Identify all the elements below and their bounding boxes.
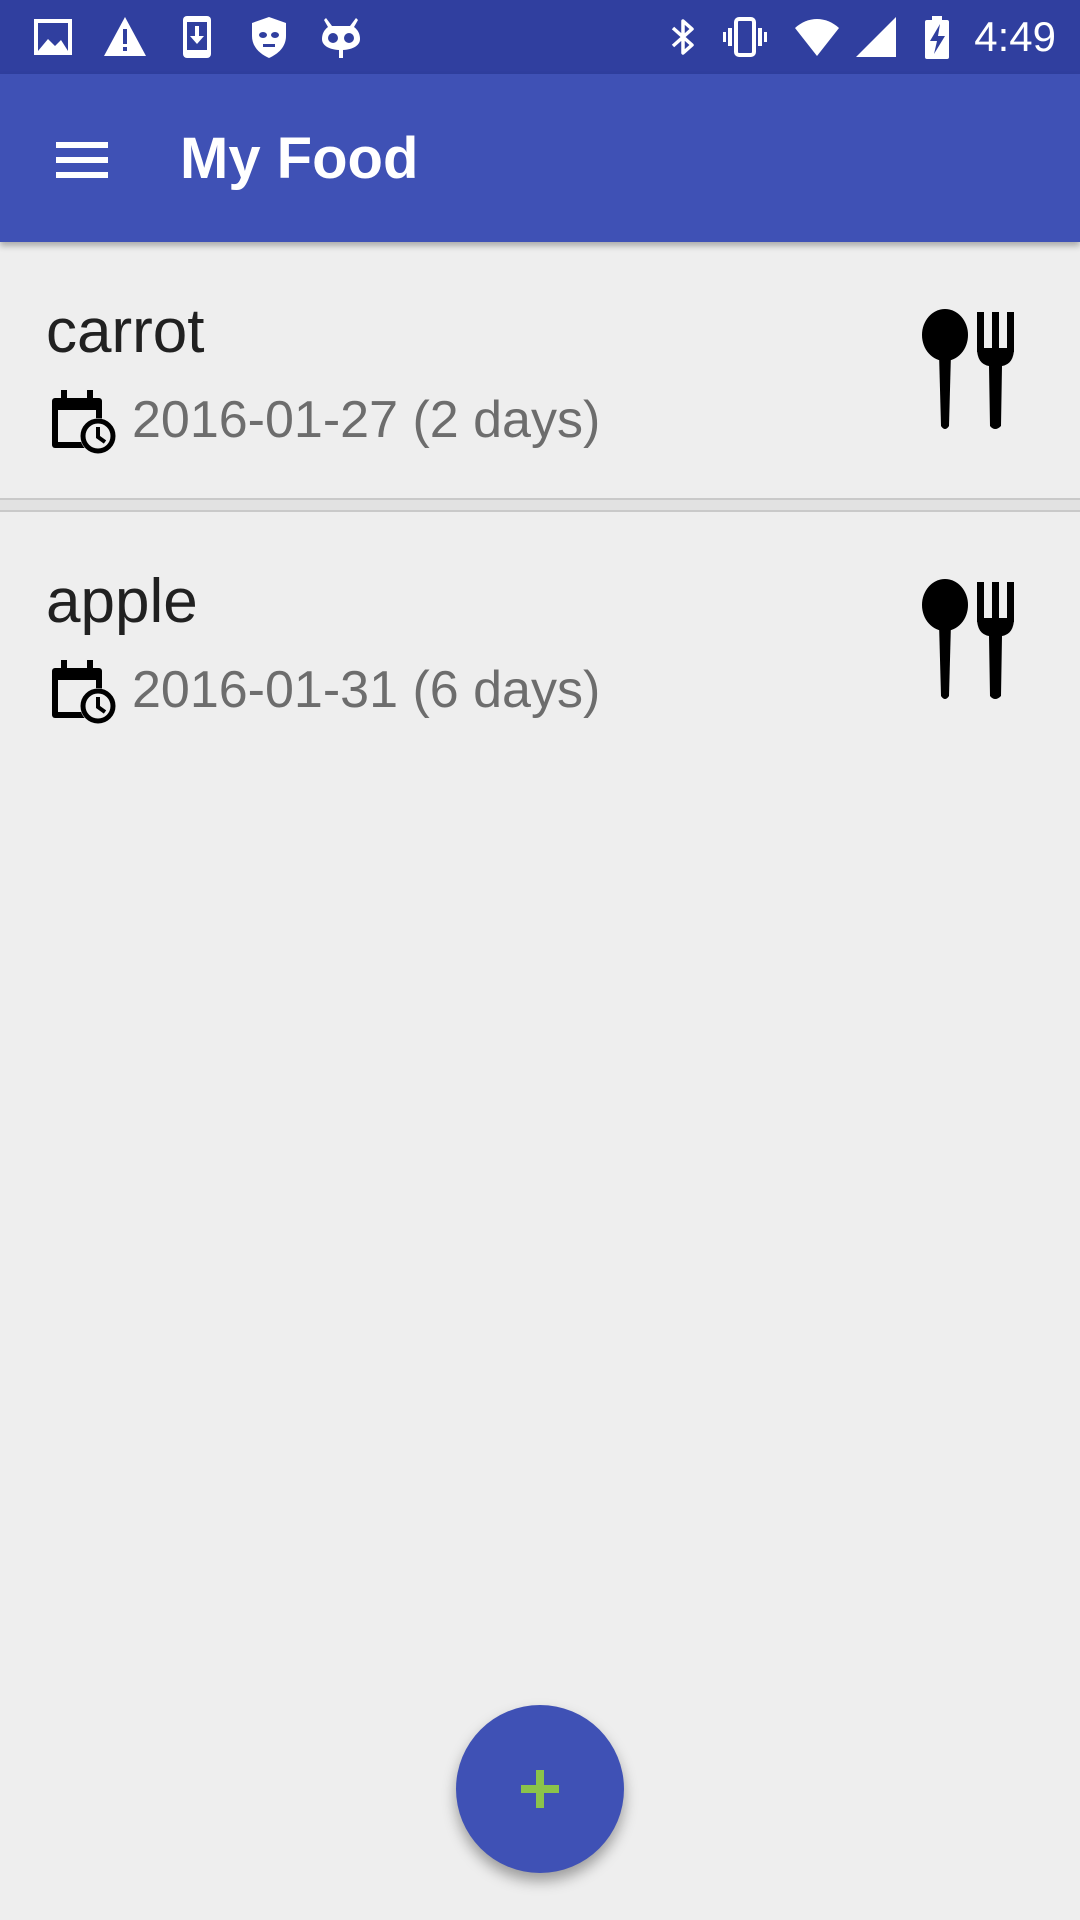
vibrate-icon (722, 14, 768, 60)
add-food-button[interactable] (456, 1705, 624, 1873)
shield-icon (246, 14, 292, 60)
warning-icon (102, 14, 148, 60)
menu-icon (56, 142, 108, 178)
signal-icon (852, 14, 898, 60)
download-icon (174, 14, 220, 60)
screen: 4:49 My Food carrot 2016-01-27 (2 days) … (0, 0, 1080, 1920)
food-list: carrot 2016-01-27 (2 days) apple 2016-01… (0, 242, 1080, 768)
food-expiry-date: 2016-01-31 (6 days) (132, 661, 601, 719)
list-item[interactable]: carrot 2016-01-27 (2 days) (0, 242, 1080, 498)
list-divider (0, 498, 1080, 512)
image-icon (30, 14, 76, 60)
wifi-icon (794, 14, 840, 60)
plus-icon (517, 1766, 563, 1812)
calendar-clock-icon (48, 386, 118, 456)
spoon-fork-icon (922, 309, 1014, 429)
calendar-clock-icon (48, 656, 118, 726)
page-title: My Food (180, 126, 419, 191)
food-expiry-date: 2016-01-27 (2 days) (132, 391, 601, 449)
list-item[interactable]: apple 2016-01-31 (6 days) (0, 512, 1080, 768)
battery-charging-icon (914, 14, 960, 60)
spoon-fork-icon (922, 579, 1014, 699)
status-bar: 4:49 (0, 0, 1080, 74)
eat-button[interactable] (908, 578, 1038, 702)
status-time: 4:49 (974, 13, 1056, 60)
food-name: carrot (46, 297, 205, 366)
app-bar: My Food (0, 74, 1080, 242)
android-mascot-icon (318, 14, 364, 60)
eat-button[interactable] (908, 308, 1038, 432)
bluetooth-icon (660, 14, 706, 60)
menu-button[interactable] (40, 118, 124, 202)
food-name: apple (46, 567, 198, 636)
